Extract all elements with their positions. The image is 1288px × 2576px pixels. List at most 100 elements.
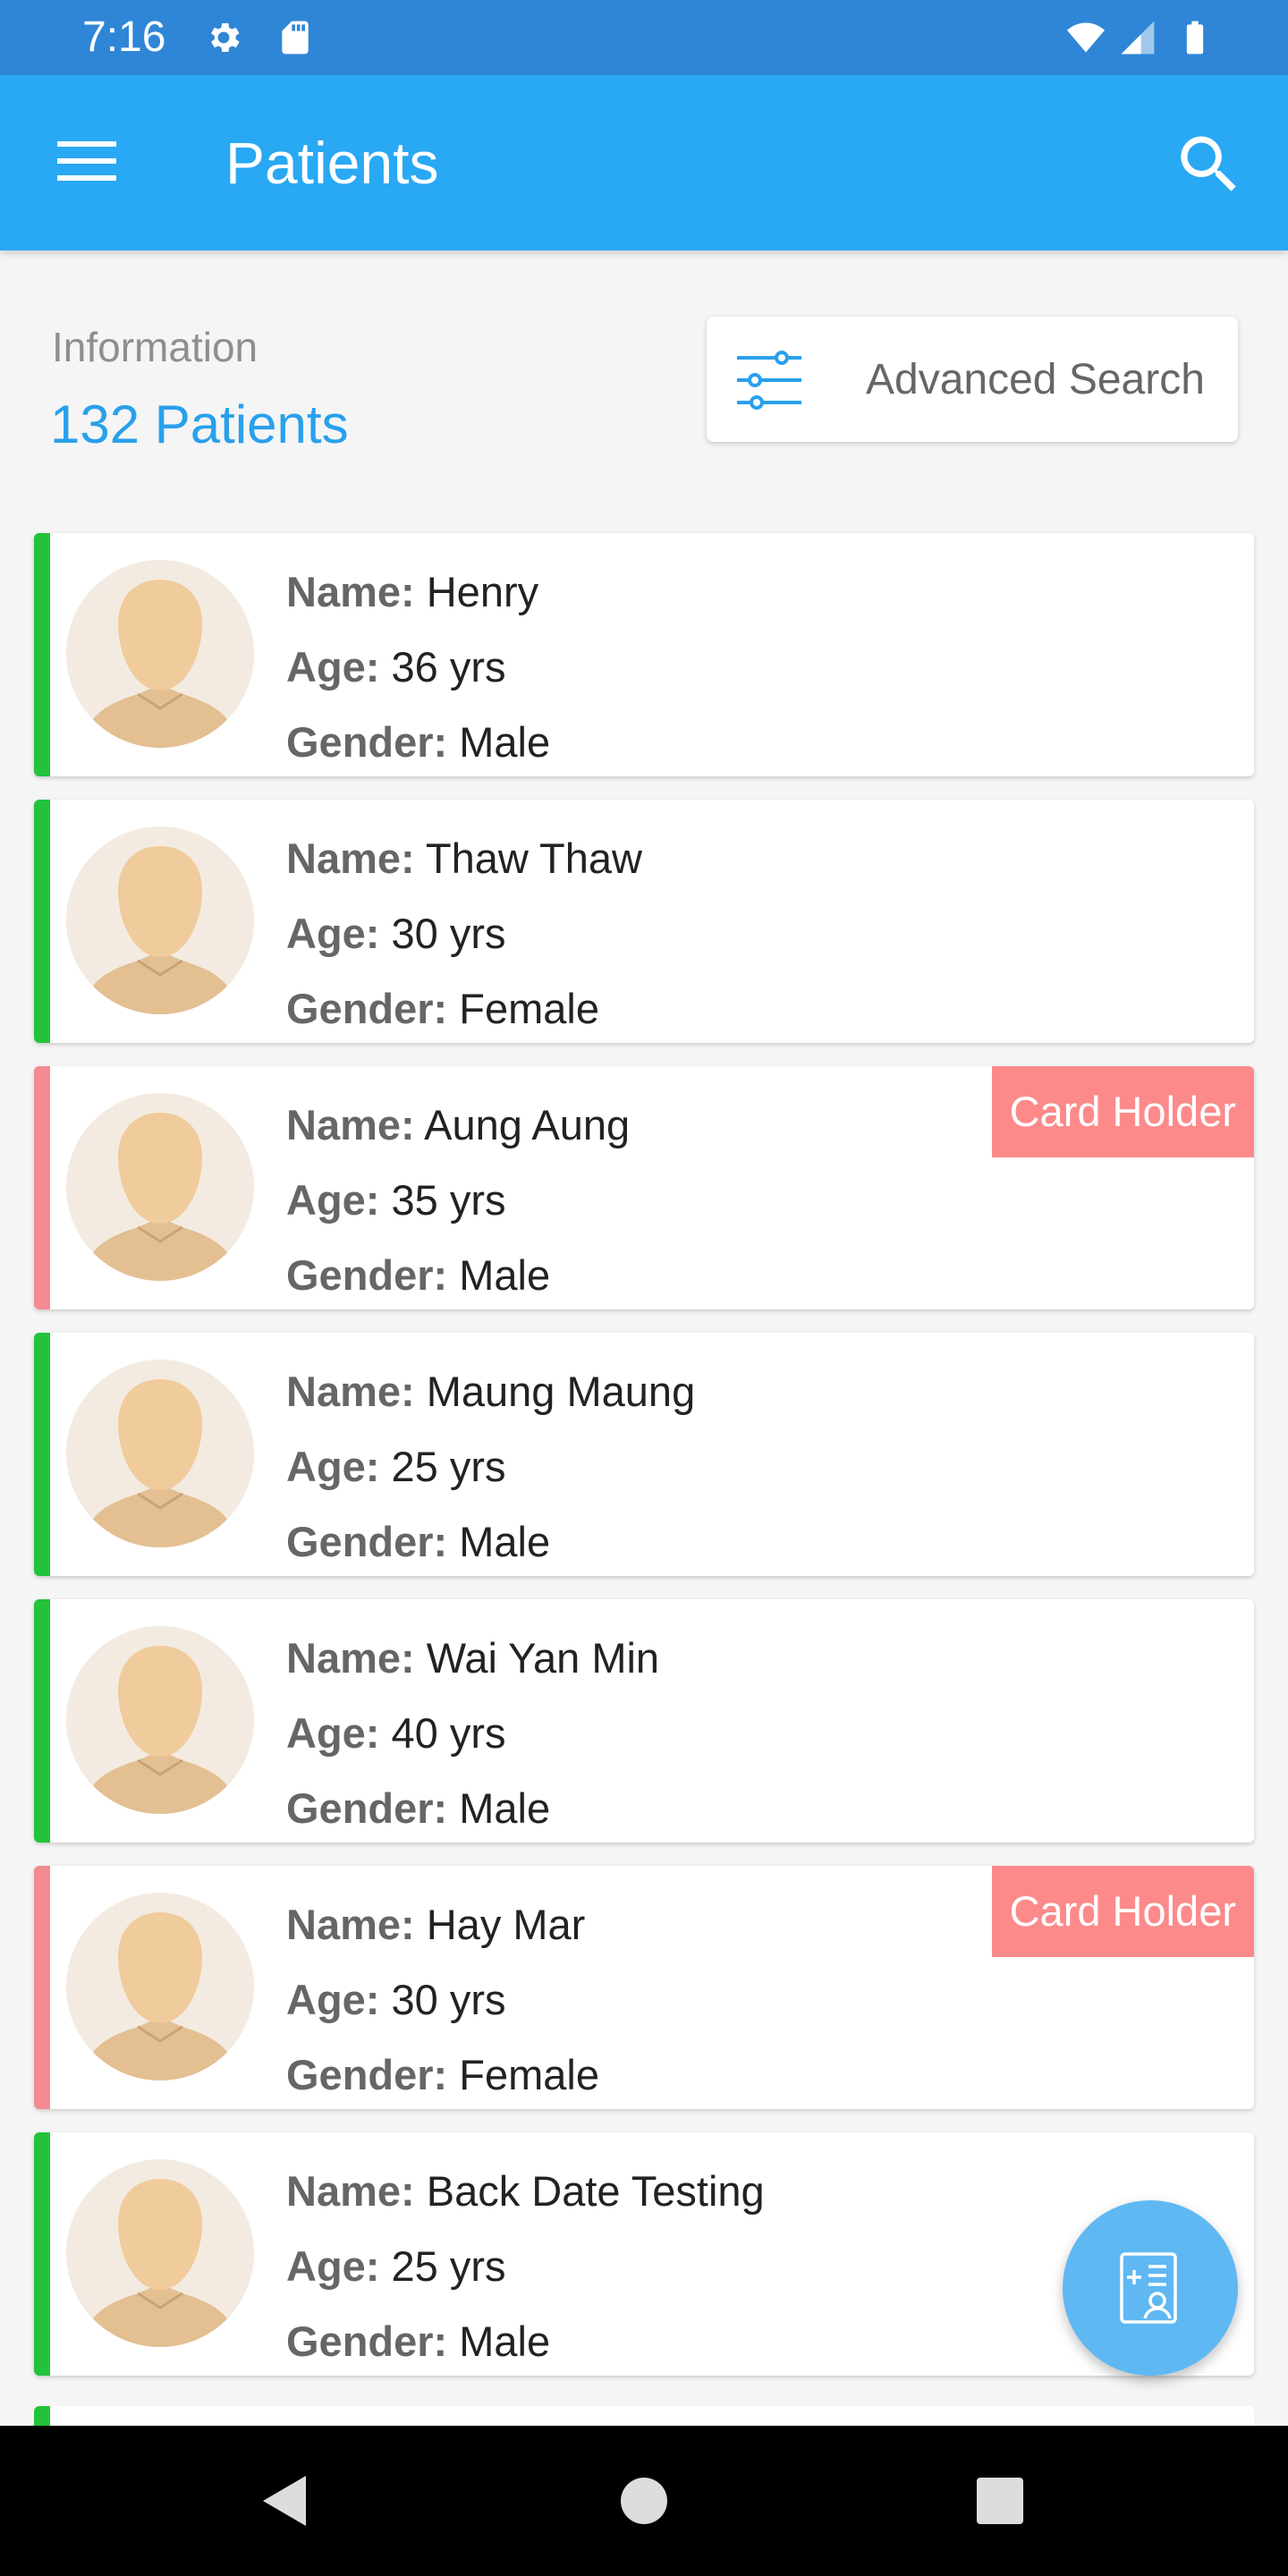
patient-details: Name: Henry Age: 36 yrs Gender: Male (286, 555, 550, 776)
patient-details: Name: Thaw Thaw Age: 30 yrs Gender: Female (286, 821, 642, 1043)
page-title: Patients (225, 130, 439, 196)
patient-age: 36 yrs (391, 643, 506, 691)
patient-card[interactable]: Name: Hay Mar Age: 30 yrs Gender: Female Ca… (34, 1866, 1254, 2109)
patient-name: Maung Maung (426, 1368, 696, 1415)
patient-age-label: Age: (286, 1176, 380, 1224)
patient-age-row: Age: 25 yrs (286, 1429, 695, 1504)
patient-card[interactable]: Name: Thaw Thaw Age: 30 yrs Gender: Female (34, 800, 1254, 1043)
navigation-bar (0, 2426, 1288, 2576)
patient-age-label: Age: (286, 1709, 380, 1757)
back-icon[interactable] (250, 2465, 322, 2537)
patient-name-label: Name: (286, 568, 415, 615)
patient-name-row: Name: Back Date Testing (286, 2154, 765, 2229)
patient-name-row: Name: Thaw Thaw (286, 821, 642, 896)
patient-details: Name: Wai Yan Min Age: 40 yrs Gender: Male (286, 1621, 659, 1843)
patient-gender-row: Gender: Female (286, 2038, 599, 2109)
patient-gender-label: Gender: (286, 1518, 448, 1565)
card-holder-badge: Card Holder (991, 1866, 1254, 1957)
status-stripe (34, 1599, 50, 1843)
patient-gender: Male (459, 2318, 551, 2365)
patient-age: 30 yrs (391, 910, 506, 957)
patient-card[interactable]: Name: Maung Maung Age: 25 yrs Gender: Male (34, 1333, 1254, 1576)
patient-name-label: Name: (286, 1368, 415, 1415)
person-avatar (66, 1093, 254, 1281)
info-label: Information (52, 324, 258, 370)
patient-age-row: Age: 30 yrs (286, 896, 642, 971)
person-avatar (66, 1626, 254, 1814)
patient-details: Name: Hay Mar Age: 30 yrs Gender: Female (286, 1887, 599, 2109)
patient-details: Name: Maung Maung Age: 25 yrs Gender: Male (286, 1354, 695, 1576)
patient-name-row: Name: Hay Mar (286, 1887, 599, 1962)
patient-age-label: Age: (286, 1976, 380, 2023)
person-avatar (66, 826, 254, 1014)
patient-gender-row: Gender: Male (286, 705, 550, 776)
patient-gender-row: Gender: Male (286, 2304, 765, 2376)
patient-count: 132 Patients (50, 394, 349, 454)
patient-gender-label: Gender: (286, 2051, 448, 2098)
person-avatar (66, 1893, 254, 2080)
patient-name-label: Name: (286, 2167, 415, 2215)
patient-name: Henry (426, 568, 539, 615)
status-stripe (34, 1333, 50, 1576)
patient-gender-row: Gender: Male (286, 1238, 630, 1309)
patient-age: 40 yrs (391, 1709, 506, 1757)
recents-icon[interactable] (964, 2465, 1036, 2537)
patient-card[interactable]: Name: Wai Yan Min Age: 40 yrs Gender: Male (34, 1599, 1254, 1843)
patient-gender: Male (459, 1518, 551, 1565)
app-bar: Patients (0, 75, 1288, 250)
patient-age-label: Age: (286, 2242, 380, 2290)
status-stripe (34, 1066, 50, 1309)
patient-age-label: Age: (286, 1443, 380, 1490)
search-icon[interactable] (1172, 127, 1247, 202)
patient-gender-label: Gender: (286, 718, 448, 766)
patient-gender-label: Gender: (286, 2318, 448, 2365)
patient-name: Back Date Testing (426, 2167, 765, 2215)
wifi-icon (1066, 22, 1106, 53)
patient-gender: Male (459, 1784, 551, 1832)
patient-age-row: Age: 36 yrs (286, 630, 550, 705)
patient-list: Name: Henry Age: 36 yrs Gender: Male Name: … (34, 533, 1254, 2399)
hamburger-menu-icon[interactable] (50, 132, 125, 190)
status-stripe (34, 800, 50, 1043)
add-patient-record-icon (1120, 2252, 1177, 2324)
status-time: 7:16 (82, 13, 166, 61)
patient-gender-row: Gender: Male (286, 1504, 695, 1576)
patient-age-row: Age: 25 yrs (286, 2229, 765, 2304)
patient-name: Hay Mar (426, 1901, 586, 1948)
patient-gender: Male (459, 1251, 551, 1299)
patient-name-row: Name: Aung Aung (286, 1088, 630, 1163)
patient-gender-label: Gender: (286, 985, 448, 1032)
patient-name-label: Name: (286, 1101, 415, 1148)
person-avatar (66, 1360, 254, 1547)
patient-card[interactable]: Name: Henry Age: 36 yrs Gender: Male (34, 533, 1254, 776)
patient-gender-row: Gender: Male (286, 1771, 659, 1843)
patient-age: 30 yrs (391, 1976, 506, 2023)
patient-name-row: Name: Maung Maung (286, 1354, 695, 1429)
add-patient-record-button[interactable] (1063, 2200, 1238, 2376)
status-bar: 7:16 (0, 0, 1288, 75)
patient-name-label: Name: (286, 1634, 415, 1682)
home-icon[interactable] (608, 2465, 680, 2537)
patient-gender: Female (459, 2051, 599, 2098)
sliders-icon (737, 351, 801, 410)
person-avatar (66, 2159, 254, 2347)
patient-name: Thaw Thaw (425, 835, 642, 882)
signal-icon (1121, 21, 1155, 55)
patient-name-row: Name: Wai Yan Min (286, 1621, 659, 1696)
status-stripe (34, 1866, 50, 2109)
status-stripe (34, 533, 50, 776)
patient-name-label: Name: (286, 1901, 415, 1948)
patient-age: 25 yrs (391, 1443, 506, 1490)
patient-card[interactable]: Name: Aung Aung Age: 35 yrs Gender: Male Ca… (34, 1066, 1254, 1309)
patient-gender-row: Gender: Female (286, 971, 642, 1043)
status-stripe (34, 2132, 50, 2376)
patient-age-label: Age: (286, 910, 380, 957)
patient-name-row: Name: Henry (286, 555, 550, 630)
patient-gender-label: Gender: (286, 1251, 448, 1299)
patient-age: 35 yrs (391, 1176, 506, 1224)
patient-age-row: Age: 30 yrs (286, 1962, 599, 2038)
patient-name: Aung Aung (424, 1101, 631, 1148)
patient-name-label: Name: (286, 835, 415, 882)
advanced-search-button[interactable]: Advanced Search (707, 317, 1238, 442)
patient-gender: Female (459, 985, 599, 1032)
